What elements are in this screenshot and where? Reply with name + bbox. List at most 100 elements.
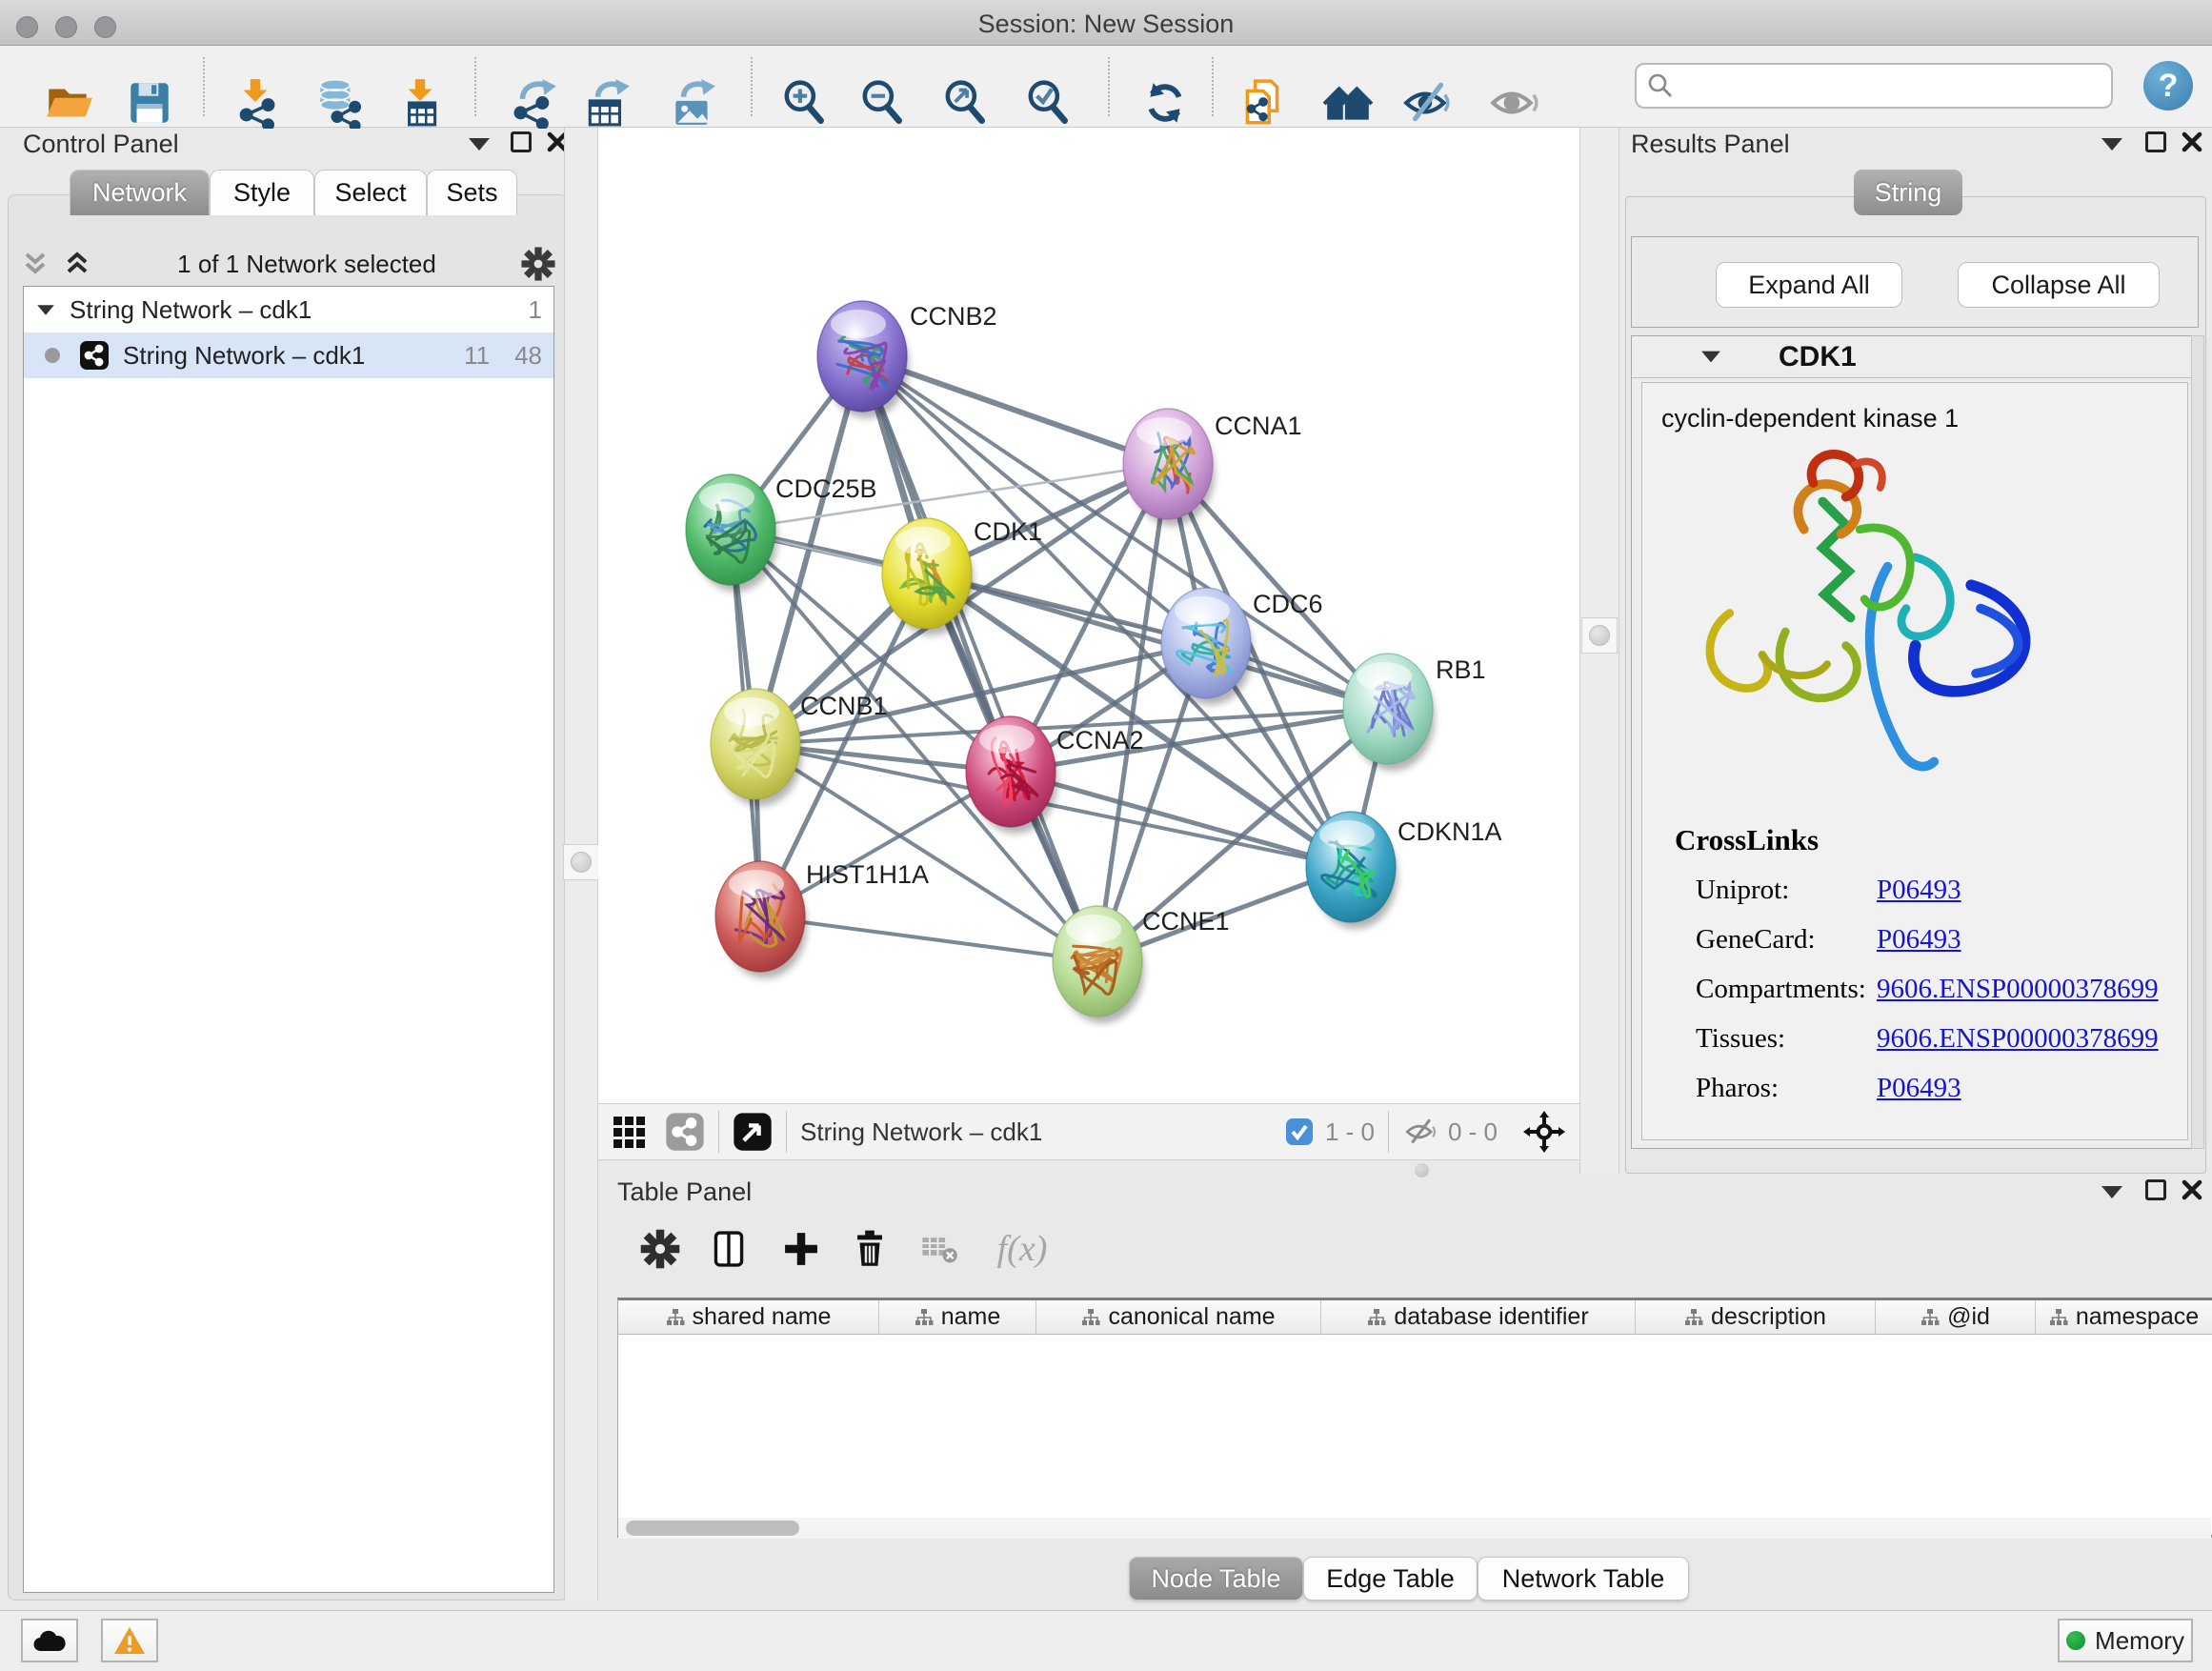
home-panel-button[interactable] <box>1321 76 1375 130</box>
left-splitter-handle[interactable] <box>563 844 599 880</box>
tab-edge-table[interactable]: Edge Table <box>1303 1557 1478 1601</box>
warnings-button[interactable] <box>101 1619 158 1662</box>
network-share-gray-icon[interactable] <box>665 1112 705 1152</box>
export-table-button[interactable] <box>581 76 634 130</box>
tab-network[interactable]: Network <box>70 170 210 215</box>
network-options-gear-icon[interactable] <box>520 246 556 282</box>
move-crosshair-icon[interactable] <box>1522 1110 1566 1154</box>
table-horizontal-scrollbar[interactable] <box>618 1518 2211 1539</box>
results-panel-title: Results Panel <box>1631 130 1790 158</box>
network-node-CCNA1[interactable]: CCNA1 <box>1123 409 1302 526</box>
crosslink-label: Pharos: <box>1696 1073 1779 1104</box>
node-gloss <box>1066 915 1121 943</box>
zoom-fit-button[interactable] <box>938 76 992 130</box>
open-in-window-icon[interactable] <box>733 1112 773 1152</box>
selected-count: 1 - 0 <box>1325 1117 1375 1147</box>
crosslink-link[interactable]: 9606.ENSP00000378699 <box>1877 974 2159 1005</box>
network-row-selected[interactable]: String Network – cdk1 11 48 <box>24 332 553 378</box>
crosslink-row: Compartments:9606.ENSP00000378699 <box>1696 974 2172 1023</box>
zoom-in-button[interactable] <box>777 76 831 130</box>
column-type-icon <box>1367 1308 1386 1327</box>
cloud-icon <box>32 1628 67 1653</box>
collection-expand-icon[interactable] <box>37 305 54 314</box>
hide-selected-button[interactable] <box>1400 76 1454 130</box>
current-network-dot-icon <box>45 348 60 363</box>
collapse-all-button[interactable]: Collapse All <box>1958 262 2160 308</box>
column-header-namespace[interactable]: namespace <box>2036 1300 2212 1335</box>
expand-all-icon[interactable] <box>61 249 93 279</box>
column-header-shared-name[interactable]: shared name <box>618 1300 879 1335</box>
network-node-CDKN1A[interactable]: CDKN1A <box>1306 812 1502 929</box>
import-network-file-button[interactable] <box>230 76 283 130</box>
node-gloss <box>1175 596 1230 625</box>
help-button[interactable]: ? <box>2143 61 2193 111</box>
scrollbar-thumb[interactable] <box>626 1520 799 1536</box>
create-column-button[interactable] <box>775 1223 827 1275</box>
memory-label: Memory <box>2095 1626 2184 1656</box>
crosslink-link[interactable]: 9606.ENSP00000378699 <box>1877 1023 2159 1055</box>
export-image-button[interactable] <box>667 76 720 130</box>
crosslink-link[interactable]: P06493 <box>1877 1073 1961 1104</box>
entry-header[interactable]: CDK1 <box>1632 336 2198 378</box>
crosslink-link[interactable]: P06493 <box>1877 875 1961 906</box>
control-panel-maximize-icon[interactable] <box>511 131 532 152</box>
right-splitter-handle[interactable] <box>1581 617 1618 654</box>
network-graph[interactable]: CCNB2CCNA1CDC25BCDK1CDC6RB1CCNB1CCNA2CDK… <box>598 128 1579 1103</box>
zoom-selected-button[interactable] <box>1021 76 1075 130</box>
node-table: shared namenamecanonical namedatabase id… <box>617 1298 2212 1538</box>
column-header-name[interactable]: name <box>879 1300 1036 1335</box>
tab-style[interactable]: Style <box>210 170 314 215</box>
cloud-status-button[interactable] <box>21 1619 78 1662</box>
column-header-database-identifier[interactable]: database identifier <box>1321 1300 1636 1335</box>
results-panel-maximize-icon[interactable] <box>2145 131 2166 152</box>
column-header-canonical-name[interactable]: canonical name <box>1036 1300 1321 1335</box>
selected-checkbox-icon[interactable] <box>1285 1117 1314 1146</box>
save-session-button[interactable] <box>123 76 176 130</box>
import-table-file-button[interactable] <box>393 76 447 130</box>
network-node-HIST1H1A[interactable]: HIST1H1A <box>715 860 929 978</box>
export-network-button[interactable] <box>508 76 561 130</box>
fx-icon: f(x) <box>997 1228 1048 1270</box>
table-options-button[interactable] <box>634 1223 686 1275</box>
expand-all-button[interactable]: Expand All <box>1716 262 1902 308</box>
crosslink-link[interactable]: P06493 <box>1877 924 1961 956</box>
network-node-RB1[interactable]: RB1 <box>1343 654 1486 771</box>
warning-icon <box>113 1626 146 1655</box>
zoom-out-button[interactable] <box>855 76 909 130</box>
column-header-description[interactable]: description <box>1636 1300 1876 1335</box>
entry-collapse-icon[interactable] <box>1701 352 1720 363</box>
results-panel-close-icon[interactable] <box>2180 130 2204 154</box>
network-canvas[interactable]: CCNB2CCNA1CDC25BCDK1CDC6RB1CCNB1CCNA2CDK… <box>598 128 1579 1103</box>
network-collection-row[interactable]: String Network – cdk1 1 <box>24 287 553 332</box>
search-box[interactable] <box>1635 63 2113 109</box>
open-session-button[interactable] <box>42 76 95 130</box>
show-columns-button[interactable] <box>703 1223 754 1275</box>
search-input[interactable] <box>1675 71 2101 101</box>
memory-button[interactable]: Memory <box>2058 1619 2193 1662</box>
results-scrollbar[interactable] <box>2191 335 2204 1149</box>
birds-eye-grid-icon[interactable] <box>612 1113 650 1151</box>
column-header-@id[interactable]: @id <box>1876 1300 2036 1335</box>
network-node-CCNB1[interactable]: CCNB1 <box>711 689 888 806</box>
import-network-database-button[interactable] <box>312 76 366 130</box>
network-node-CDC6[interactable]: CDC6 <box>1161 588 1323 705</box>
table-panel-close-icon[interactable] <box>2180 1178 2204 1202</box>
window-title: Session: New Session <box>0 10 2212 39</box>
table-panel-float-icon[interactable] <box>2101 1186 2122 1198</box>
network-edge-HIST1H1A-CCNE1[interactable] <box>760 916 1097 961</box>
control-panel-float-icon[interactable] <box>469 138 490 151</box>
tab-sets[interactable]: Sets <box>427 170 517 215</box>
tab-network-table[interactable]: Network Table <box>1478 1557 1689 1601</box>
clone-network-button[interactable] <box>1237 76 1290 130</box>
table-panel-maximize-icon[interactable] <box>2145 1179 2166 1200</box>
tab-node-table[interactable]: Node Table <box>1129 1557 1303 1601</box>
collapse-all-icon[interactable] <box>19 249 51 279</box>
delete-table-button <box>915 1223 966 1275</box>
network-node-CDK1[interactable]: CDK1 <box>882 517 1042 635</box>
horizontal-splitter-handle[interactable] <box>1415 1163 1429 1178</box>
tab-select[interactable]: Select <box>314 170 427 215</box>
tab-string[interactable]: String <box>1854 170 1962 215</box>
delete-column-button[interactable] <box>844 1223 895 1275</box>
results-panel-float-icon[interactable] <box>2101 138 2122 151</box>
refresh-layout-button[interactable] <box>1138 76 1192 130</box>
